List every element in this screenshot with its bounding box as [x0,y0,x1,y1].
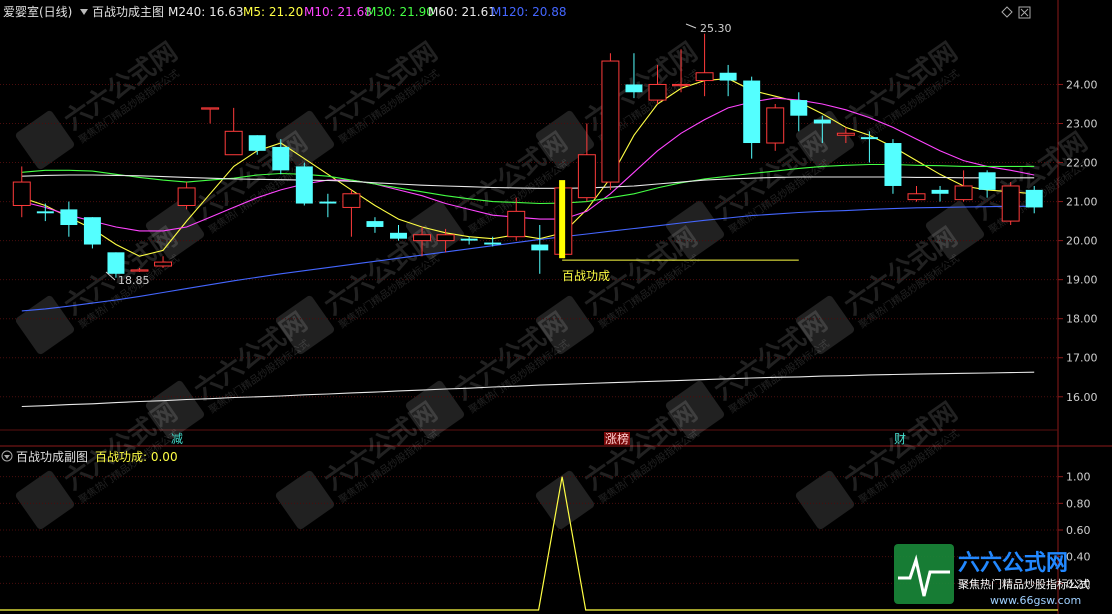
y-tick-label: 0.60 [1066,524,1091,537]
candle [884,139,902,194]
stock-chart[interactable]: 六六公式网聚焦热门精品炒股指标公式 六六公式网聚焦热门精品炒股指标公式 六六公式网聚… [0,0,1112,614]
y-tick-label: 1.00 [1066,471,1091,484]
candle [601,53,620,190]
brand-name: 六六公式网 [958,551,1068,576]
sub-indicator-title[interactable]: 百战功成副图 [16,450,88,464]
tag-finance: 财 [894,432,906,446]
y-tick-label: 16.00 [1066,391,1098,404]
high-price-label: 25.30 [700,22,732,35]
brand-logo: 六六公式网 聚焦热门精品炒股指标公式 www.66gsw.com [894,544,1090,607]
ma120-label: M120: 20.88 [491,5,566,19]
y-tick-label: 0.80 [1066,497,1091,510]
ma60-label: M60: 21.61 [428,5,496,19]
y-tick-label: 21.00 [1066,196,1098,209]
brand-url: www.66gsw.com [990,594,1081,607]
candle [83,217,101,249]
low-price-label: 18.85 [118,274,150,287]
ma240-label: M240: 16.63 [168,5,243,19]
signal-bar [559,180,566,259]
y-tick-label: 20.00 [1066,235,1098,248]
y-tick-label: 19.00 [1066,274,1098,287]
candle [295,162,313,206]
y-tick-label: 24.00 [1066,78,1098,91]
y-tick-label: 0.40 [1066,551,1091,564]
brand-slogan: 聚焦热门精品炒股指标公式 [958,577,1090,591]
y-tick-label: 23.00 [1066,118,1098,131]
tag-reduce: 减 [171,432,183,446]
ma30-label: M30: 21.90 [366,5,434,19]
candle [1001,182,1020,225]
signal-label: 百战功成 [562,269,610,283]
ma5-label: M5: 21.20 [243,5,303,19]
y-tick-label: 18.00 [1066,313,1098,326]
ma10-label: M10: 21.68 [304,5,372,19]
y-tick-label: 22.00 [1066,157,1098,170]
stock-name[interactable]: 爱婴室(日线) [3,4,72,19]
main-indicator-name[interactable]: 百战功成主图 [92,5,164,19]
sub-indicator-value: 百战功成: 0.00 [95,450,178,464]
y-tick-label: 17.00 [1066,352,1098,365]
tag-rank: 涨榜 [605,431,629,446]
